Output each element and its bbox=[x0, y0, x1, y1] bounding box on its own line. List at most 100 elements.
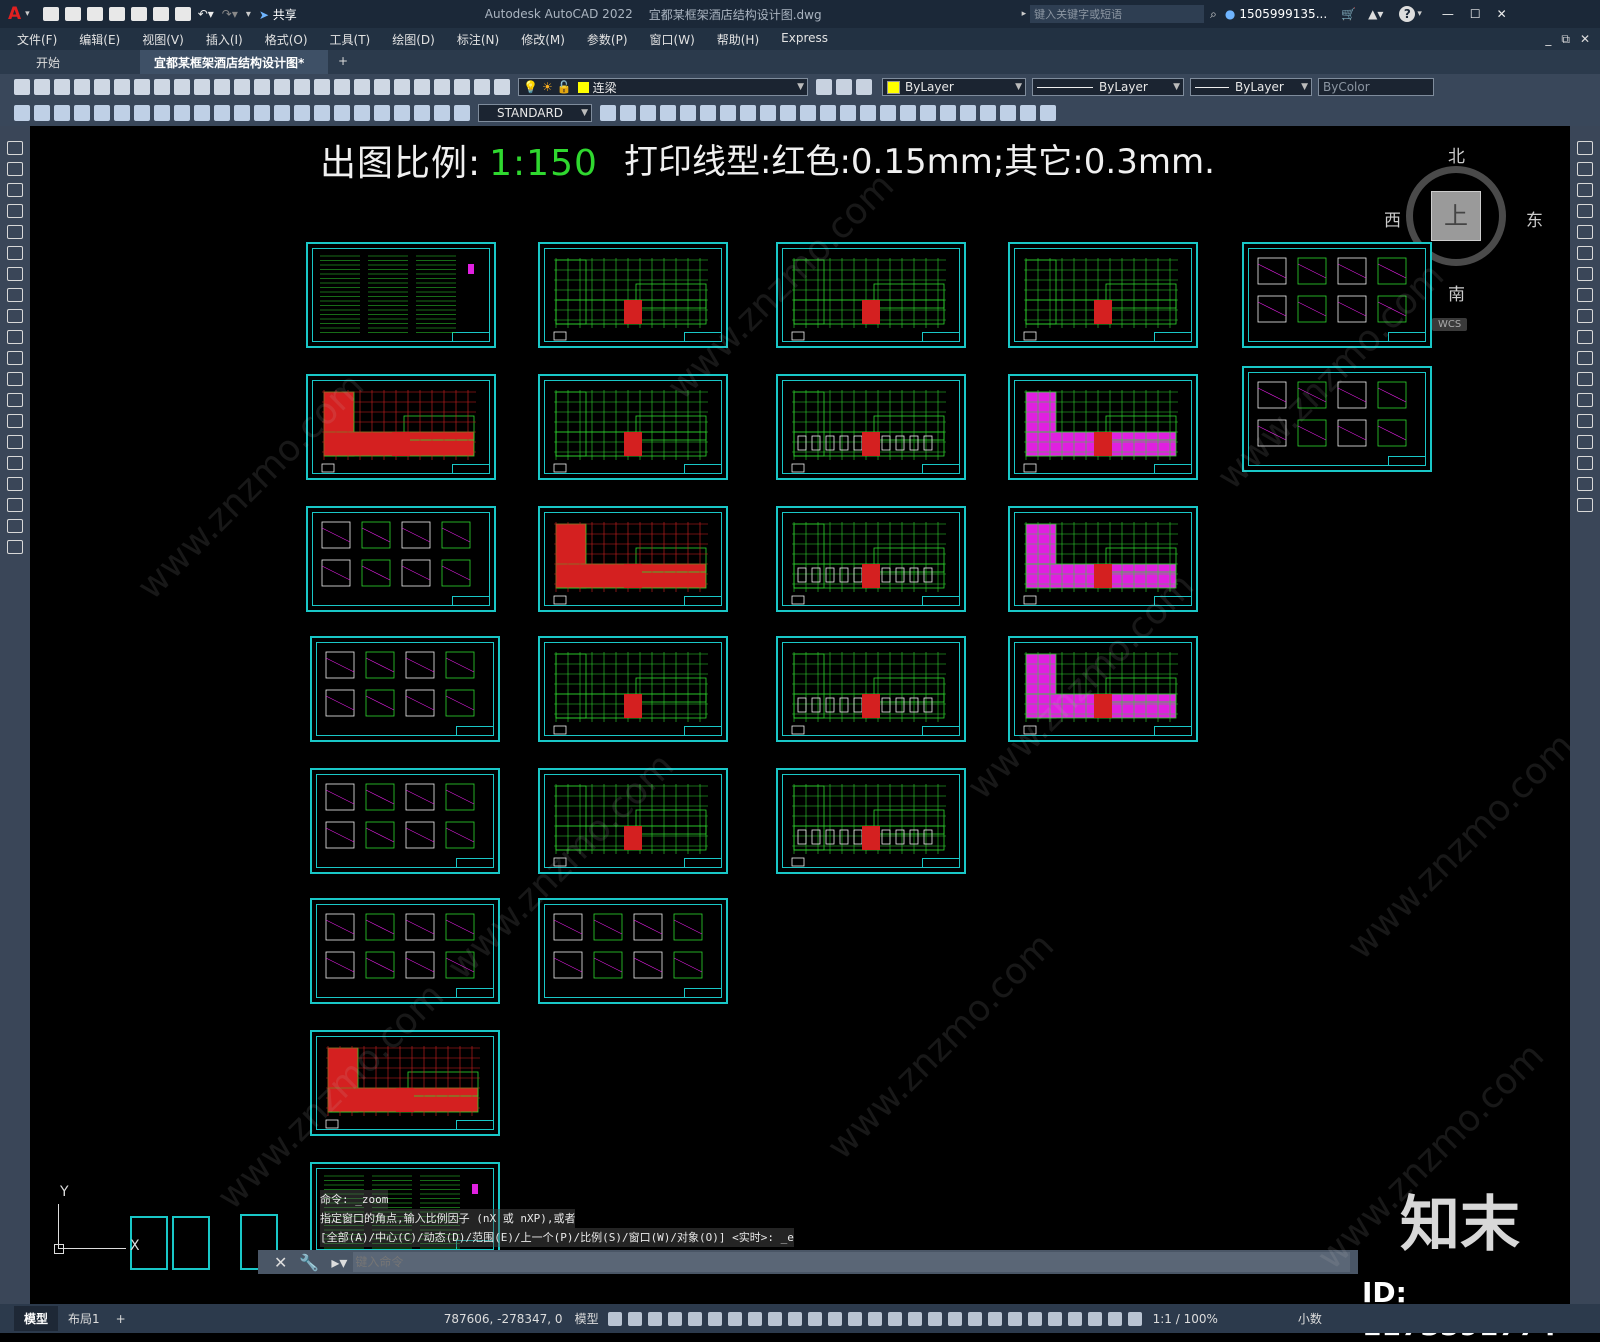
dim-update-icon[interactable] bbox=[454, 105, 470, 121]
menu-item[interactable]: 格式(O) bbox=[254, 31, 319, 48]
lock-ui-icon[interactable] bbox=[1047, 1311, 1062, 1326]
menu-item[interactable]: Express bbox=[770, 31, 839, 48]
annotation-scale-icon[interactable] bbox=[947, 1311, 962, 1326]
match-icon[interactable] bbox=[14, 105, 30, 121]
tab-layout1[interactable]: 布局1 bbox=[58, 1306, 110, 1331]
isolate-icon[interactable] bbox=[1067, 1311, 1082, 1326]
ref-18-icon[interactable] bbox=[1020, 105, 1036, 121]
menu-item[interactable]: 标注(N) bbox=[446, 31, 510, 48]
menu-item[interactable]: 修改(M) bbox=[510, 31, 576, 48]
add-selected-icon[interactable] bbox=[7, 540, 23, 554]
offset-icon[interactable] bbox=[1577, 204, 1593, 218]
search-box[interactable]: 键入关键字或短语 bbox=[1030, 5, 1205, 23]
insert-block-icon[interactable] bbox=[7, 372, 23, 386]
region-icon[interactable] bbox=[7, 477, 23, 491]
plotstyle-dropdown[interactable]: ByColor bbox=[1318, 78, 1434, 96]
minimize-icon[interactable]: — bbox=[1442, 7, 1454, 21]
units-display[interactable]: 小数 bbox=[1298, 1310, 1322, 1327]
center-mark-icon[interactable] bbox=[354, 105, 370, 121]
break-icon[interactable] bbox=[314, 105, 330, 121]
menu-item[interactable]: 绘图(D) bbox=[381, 31, 446, 48]
ref-16-icon[interactable] bbox=[980, 105, 996, 121]
workspace-icon[interactable] bbox=[967, 1311, 982, 1326]
zoom-realtime-icon[interactable] bbox=[294, 79, 310, 95]
isodraft-icon[interactable] bbox=[707, 1311, 722, 1326]
polar-icon[interactable] bbox=[687, 1311, 702, 1326]
copy-icon[interactable] bbox=[154, 79, 170, 95]
layer-previous-icon[interactable] bbox=[836, 79, 852, 95]
extend-icon[interactable] bbox=[1577, 351, 1593, 365]
iso-1-icon[interactable] bbox=[620, 105, 636, 121]
share-button[interactable]: ➤ 共享 bbox=[259, 6, 297, 23]
ref-5-icon[interactable] bbox=[760, 105, 776, 121]
fillet-icon[interactable] bbox=[1577, 456, 1593, 470]
diameter-icon[interactable] bbox=[194, 105, 210, 121]
sheet-set-icon[interactable] bbox=[414, 79, 430, 95]
drawing-sheet[interactable] bbox=[776, 636, 966, 742]
drawing-sheet[interactable] bbox=[1242, 242, 1432, 348]
coordinates[interactable]: 787606, -278347, 0 bbox=[444, 1312, 563, 1326]
multiline-text-icon[interactable] bbox=[7, 519, 23, 533]
drawing-sheet[interactable] bbox=[538, 636, 728, 742]
circle-icon[interactable] bbox=[7, 267, 23, 281]
gizmo-icon[interactable] bbox=[887, 1311, 902, 1326]
menu-item[interactable]: 视图(V) bbox=[131, 31, 195, 48]
auto-scale-icon[interactable] bbox=[927, 1311, 942, 1326]
selection-cycling-icon[interactable] bbox=[807, 1311, 822, 1326]
mirror-icon[interactable] bbox=[1577, 183, 1593, 197]
command-customize-icon[interactable]: 🔧 bbox=[299, 1253, 319, 1272]
ref-12-icon[interactable] bbox=[900, 105, 916, 121]
arc-icon[interactable] bbox=[7, 246, 23, 260]
jogged-icon[interactable] bbox=[174, 105, 190, 121]
viewcube-north[interactable]: 北 bbox=[1448, 142, 1465, 167]
plot-icon[interactable] bbox=[74, 79, 90, 95]
drawing-sheet[interactable] bbox=[538, 898, 728, 1004]
ref-9-icon[interactable] bbox=[840, 105, 856, 121]
continue-icon[interactable] bbox=[274, 105, 290, 121]
space-toggle[interactable]: 模型 bbox=[575, 1310, 599, 1327]
baseline-icon[interactable] bbox=[254, 105, 270, 121]
ref-13-icon[interactable] bbox=[920, 105, 936, 121]
revision-cloud-icon[interactable] bbox=[7, 288, 23, 302]
ortho-icon[interactable] bbox=[667, 1311, 682, 1326]
make-current-icon[interactable] bbox=[816, 79, 832, 95]
object-snap-tracking-icon[interactable] bbox=[727, 1311, 742, 1326]
save-icon[interactable] bbox=[54, 79, 70, 95]
drawing-sheet[interactable] bbox=[538, 374, 728, 480]
menu-item[interactable]: 插入(I) bbox=[195, 31, 254, 48]
add-layout-button[interactable]: + bbox=[110, 1308, 132, 1330]
open-icon[interactable] bbox=[34, 79, 50, 95]
spline-icon[interactable] bbox=[7, 309, 23, 323]
viewcube-east[interactable]: 东 bbox=[1526, 206, 1543, 231]
wcs-menu[interactable]: WCS bbox=[1432, 318, 1468, 331]
ref-17-icon[interactable] bbox=[1000, 105, 1016, 121]
search-expand-icon[interactable]: ▸ bbox=[1022, 9, 1027, 19]
ref-3-icon[interactable] bbox=[720, 105, 736, 121]
markup-icon[interactable] bbox=[434, 79, 450, 95]
angular-icon[interactable] bbox=[214, 105, 230, 121]
inspect-icon[interactable] bbox=[374, 105, 390, 121]
ref-2-icon[interactable] bbox=[700, 105, 716, 121]
maximize-icon[interactable]: ☐ bbox=[1470, 7, 1481, 21]
undo-icon[interactable]: ↶▾ bbox=[198, 7, 214, 21]
blend-icon[interactable] bbox=[1577, 477, 1593, 491]
undo-icon[interactable] bbox=[234, 79, 250, 95]
app-menu-chevron-icon[interactable]: ▾ bbox=[25, 9, 30, 19]
help-icon[interactable] bbox=[474, 79, 490, 95]
linear-dim-icon[interactable] bbox=[74, 105, 90, 121]
command-input[interactable] bbox=[353, 1252, 1350, 1272]
match-prop-icon[interactable] bbox=[194, 79, 210, 95]
ref-1-icon[interactable] bbox=[680, 105, 696, 121]
drawing-sheet[interactable] bbox=[1008, 242, 1198, 348]
text-icon[interactable] bbox=[54, 105, 70, 121]
clean-screen-icon[interactable] bbox=[1107, 1311, 1122, 1326]
rectangle-icon[interactable] bbox=[7, 225, 23, 239]
annotation-scale[interactable]: 1:1 / 100% bbox=[1153, 1312, 1218, 1326]
ref-14-icon[interactable] bbox=[940, 105, 956, 121]
line-icon[interactable] bbox=[7, 141, 23, 155]
radius-icon[interactable] bbox=[154, 105, 170, 121]
viewcube-south[interactable]: 南 bbox=[1448, 280, 1465, 305]
hatch-icon[interactable] bbox=[7, 435, 23, 449]
drawing-sheet[interactable] bbox=[1008, 506, 1198, 612]
cart-icon[interactable]: 🛒 bbox=[1341, 7, 1356, 21]
